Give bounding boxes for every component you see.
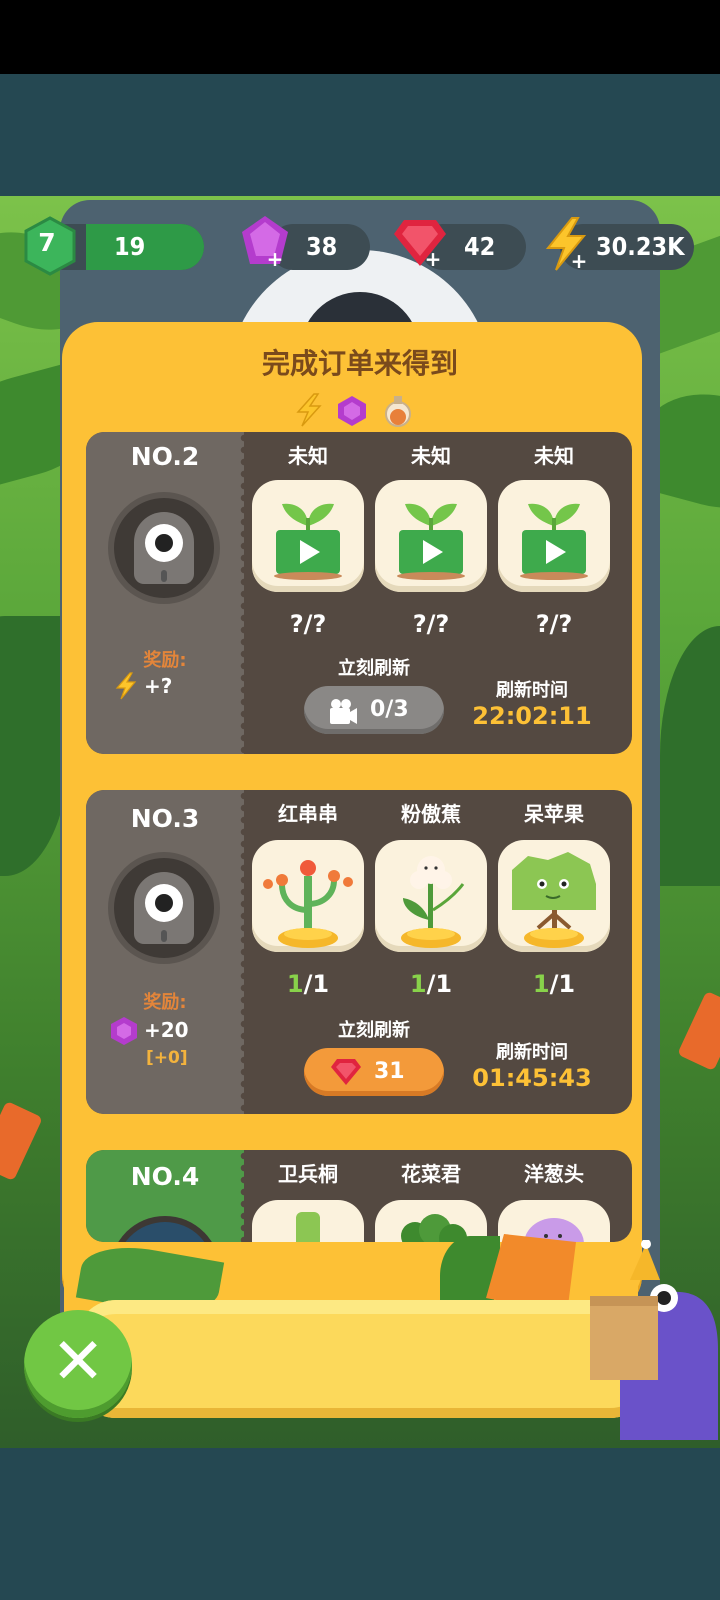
status-bar xyxy=(0,0,720,74)
background-top xyxy=(0,74,720,196)
potion-icon xyxy=(385,396,411,427)
red-cactus-icon xyxy=(263,860,353,948)
reward-value: +20 xyxy=(144,1018,189,1042)
unknown-item-slot[interactable] xyxy=(252,480,364,592)
item-count: ?/? xyxy=(412,610,450,638)
energy-count: 30.23K xyxy=(596,232,685,261)
flower-icon xyxy=(401,856,465,948)
item-name: 未知 xyxy=(534,444,574,468)
refresh-time-label: 刷新时间 xyxy=(496,680,568,701)
purple-gem-count: 38 xyxy=(306,232,338,261)
refresh-video-button[interactable]: 0/3 xyxy=(304,686,444,734)
refresh-time-value: 01:45:43 xyxy=(472,1064,592,1092)
level-progress-fill: 19 xyxy=(86,224,204,270)
reward-value: +? xyxy=(144,674,173,698)
purple-gem-icon xyxy=(338,396,366,426)
level-number: 7 xyxy=(38,228,56,257)
refresh-time-value: 22:02:11 xyxy=(472,702,592,730)
bottom-bar xyxy=(76,1300,650,1418)
refresh-now-label: 立刻刷新 xyxy=(338,658,410,679)
order-card-2: NO.2 奖励: +? 未知 未知 未知 ?/? ?/? ?/? 立刻刷新 0/… xyxy=(86,432,632,754)
sprout-video-icon xyxy=(397,503,465,580)
reward-purple-gem-icon xyxy=(110,1016,138,1046)
item-name: 洋葱头 xyxy=(524,1162,584,1186)
item-name: 未知 xyxy=(288,444,328,468)
refresh-gem-button[interactable]: 31 xyxy=(304,1048,444,1096)
order-customer-avatar xyxy=(108,852,220,964)
leaf-count-display: 19 xyxy=(114,232,146,261)
item-name: 呆苹果 xyxy=(524,802,584,826)
add-red-gem-icon[interactable]: + xyxy=(424,249,442,269)
plant-icon xyxy=(296,1212,320,1242)
reward-label: 奖励: xyxy=(143,650,187,671)
sprout-video-icon xyxy=(274,503,342,580)
reward-lightning-icon xyxy=(114,672,138,700)
panel-reward-icons xyxy=(290,392,430,428)
order-customer-avatar xyxy=(108,492,220,604)
apple-tree-icon xyxy=(512,852,596,948)
sprout-video-icon xyxy=(520,503,588,580)
background-bottom xyxy=(0,1448,720,1600)
mascot-character xyxy=(590,1239,720,1450)
item-count: 1/1 xyxy=(409,970,453,998)
red-gem-count: 42 xyxy=(464,232,496,261)
item-name: 花菜君 xyxy=(401,1162,461,1186)
item-name: 红串串 xyxy=(278,802,338,826)
close-button[interactable]: ✕ xyxy=(24,1310,132,1418)
order-number: NO.3 xyxy=(130,804,200,833)
item-count: 1/1 xyxy=(532,970,576,998)
add-purple-gem-icon[interactable]: + xyxy=(266,249,284,269)
add-energy-icon[interactable]: + xyxy=(570,251,588,271)
order-number: NO.2 xyxy=(130,442,200,471)
order-card-3: NO.3 奖励: +20 [+0] 红串串 粉傲蕉 呆苹果 1/1 1/1 1/… xyxy=(86,790,632,1114)
plant-slot[interactable] xyxy=(252,1200,364,1242)
refresh-now-label: 立刻刷新 xyxy=(338,1020,410,1041)
item-count: 1/1 xyxy=(286,970,330,998)
reward-bonus: [+0] xyxy=(146,1048,188,1068)
refresh-gem-cost: 31 xyxy=(374,1059,405,1084)
panel-title: 完成订单来得到 xyxy=(261,347,458,380)
level-badge-icon: 7 xyxy=(22,216,78,276)
video-icon xyxy=(328,696,358,724)
order-number: NO.4 xyxy=(130,1162,200,1191)
unknown-item-slot[interactable] xyxy=(375,480,487,592)
item-name: 粉傲蕉 xyxy=(401,802,461,826)
refresh-video-count: 0/3 xyxy=(370,697,409,722)
item-name: 未知 xyxy=(411,444,451,468)
reward-label: 奖励: xyxy=(143,992,187,1013)
apple-tree-slot[interactable] xyxy=(498,840,610,952)
red-gem-icon xyxy=(330,1057,362,1087)
item-name: 卫兵桐 xyxy=(278,1162,338,1186)
item-count: ?/? xyxy=(289,610,327,638)
red-cactus-slot[interactable] xyxy=(252,840,364,952)
pink-flower-slot[interactable] xyxy=(375,840,487,952)
unknown-item-slot[interactable] xyxy=(498,480,610,592)
lightning-icon xyxy=(296,393,322,427)
refresh-time-label: 刷新时间 xyxy=(496,1042,568,1063)
item-count: ?/? xyxy=(535,610,573,638)
order-card-4: NO.4 卫兵桐 花菜君 洋葱头 xyxy=(86,1150,632,1242)
